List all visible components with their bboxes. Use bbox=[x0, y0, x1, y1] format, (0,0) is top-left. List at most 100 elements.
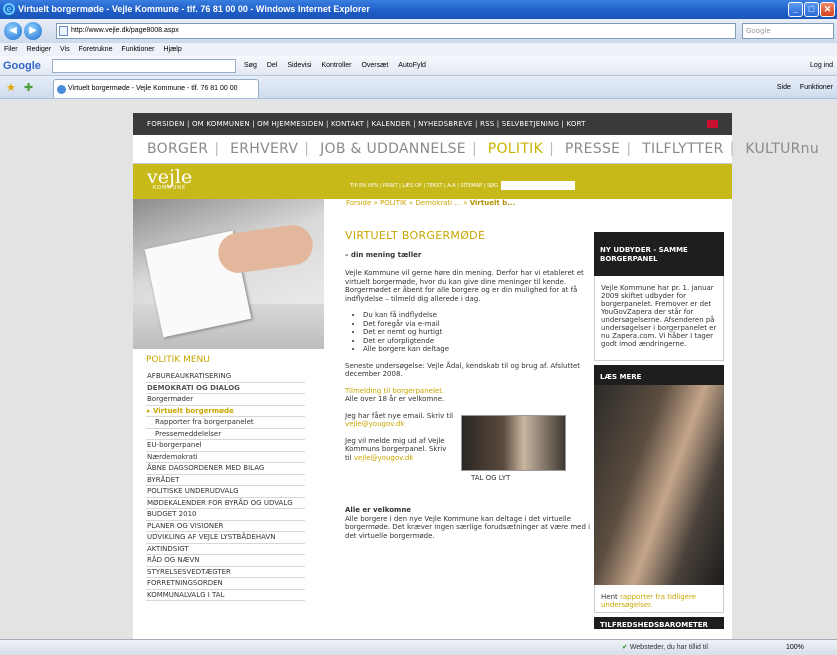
nav-tilflytter[interactable]: TILFLYTTER bbox=[642, 141, 723, 157]
welcome-title: Alle er velkomne bbox=[345, 506, 412, 514]
menu-item[interactable]: STYRELSESVEDTÆGTER bbox=[146, 567, 305, 578]
menu-item[interactable]: BYRÅDET bbox=[146, 475, 305, 486]
menu-item-current[interactable]: Virtuelt borgermøde bbox=[146, 406, 305, 417]
page-title: VIRTUELT BORGERMØDE bbox=[345, 229, 486, 242]
menu-favorites[interactable]: Foretrukne bbox=[79, 46, 113, 53]
menu-item[interactable]: PLANER OG VISIONER bbox=[146, 521, 305, 532]
google-translate-button[interactable]: Oversæt bbox=[361, 56, 388, 76]
read-more-text: Hent rapporter fra tidligere undersøgels… bbox=[594, 585, 724, 613]
menu-item[interactable]: RÅD OG NÆVN bbox=[146, 555, 305, 567]
email-link-2[interactable]: vejle@yougov.dk bbox=[354, 454, 414, 462]
welcome-text: Alle borgere i den nye Vejle Kommune kan… bbox=[345, 514, 591, 540]
menu-item[interactable]: Borgermøder bbox=[146, 394, 305, 406]
nav-borger[interactable]: BORGER bbox=[147, 141, 208, 157]
menu-item[interactable]: ÅBNE DAGSORDENER MED BILAG bbox=[146, 463, 305, 475]
forward-button[interactable]: ▶ bbox=[24, 22, 42, 40]
read-more-title: LÆS MERE bbox=[594, 365, 724, 385]
sidebar-box-title: NY UDBYDER - SAMME BORGERPANEL bbox=[594, 232, 724, 276]
politik-menu: POLITIK MENU AFBUREAUKRATISERING DEMOKRA… bbox=[146, 355, 305, 601]
site-search-input[interactable] bbox=[501, 181, 575, 190]
window-title: Virtuelt borgermøde - Vejle Kommune - tl… bbox=[18, 4, 370, 14]
menu-item[interactable]: DEMOKRATI OG DIALOG bbox=[146, 383, 305, 394]
photo-caption: TAL OG LYT bbox=[471, 474, 511, 482]
tools-menu[interactable]: Funktioner bbox=[800, 76, 833, 99]
add-favorites-icon[interactable]: ✚ bbox=[24, 81, 33, 94]
menu-item[interactable]: AKTINDSIGT bbox=[146, 544, 305, 555]
close-button[interactable]: ✕ bbox=[820, 2, 835, 17]
menu-item[interactable]: EU-borgerpanel bbox=[146, 440, 305, 452]
security-zone: Websteder, du har tillid til bbox=[622, 640, 708, 655]
url-input[interactable]: http://www.vejle.dk/page8008.aspx bbox=[56, 23, 736, 39]
list-item: Det er uforpligtende bbox=[363, 337, 591, 346]
search-input[interactable]: Google bbox=[742, 23, 834, 39]
menu-tools[interactable]: Funktioner bbox=[121, 46, 154, 53]
menu-help[interactable]: Hjælp bbox=[163, 46, 181, 53]
nav-presse[interactable]: PRESSE bbox=[565, 141, 620, 157]
top-navigation: FORSIDEN | OM KOMMUNEN | OM HJEMMESIDEN … bbox=[133, 113, 732, 135]
menu-item[interactable]: AFBUREAUKRATISERING bbox=[146, 371, 305, 383]
signup-link[interactable]: Tilmelding til borgerpanelet. bbox=[345, 387, 444, 395]
main-content: VIRTUELT BORGERMØDE – din mening tæller … bbox=[345, 229, 591, 548]
menu-item[interactable]: UDVIKLING AF VEJLE LYSTBÅDEHAVN bbox=[146, 532, 305, 544]
menu-item[interactable]: FORRETNINGSORDEN bbox=[146, 578, 305, 590]
nav-politik[interactable]: POLITIK bbox=[488, 141, 543, 157]
maximize-button[interactable]: □ bbox=[804, 2, 819, 17]
google-toolbar: Google Søg Del Sidevisi Kontroller Overs… bbox=[0, 56, 837, 76]
favicon-icon bbox=[57, 85, 66, 94]
page-viewport: FORSIDEN | OM KOMMUNEN | OM HJEMMESIDEN … bbox=[0, 100, 837, 639]
page-menu[interactable]: Side bbox=[777, 76, 791, 99]
menu-item[interactable]: Nærdemokrati bbox=[146, 452, 305, 463]
favorites-star-icon[interactable]: ★ bbox=[6, 81, 16, 94]
page-tools: TIP EN VEN | PRINT | LÆS OP | TEKST | A-… bbox=[350, 181, 575, 190]
google-autofill-button[interactable]: AutoFyld bbox=[398, 56, 426, 76]
menu-view[interactable]: Vis bbox=[60, 46, 70, 53]
menu-title: POLITIK MENU bbox=[146, 355, 210, 365]
menu-item[interactable]: BUDGET 2010 bbox=[146, 509, 305, 521]
speaker-photo bbox=[594, 385, 724, 585]
menu-bar: Filer Rediger Vis Foretrukne Funktioner … bbox=[0, 43, 837, 56]
page-subtitle: – din mening tæller bbox=[345, 250, 422, 259]
intro-text: Vejle Kommune vil gerne høre din mening.… bbox=[345, 269, 584, 303]
list-item: Det er nemt og hurtigt bbox=[363, 328, 591, 337]
list-item: Det foregår via e-mail bbox=[363, 320, 591, 329]
browser-tab[interactable]: Virtuelt borgermøde - Vejle Kommune - tl… bbox=[53, 79, 259, 98]
nav-job[interactable]: JOB & UDDANNELSE bbox=[320, 141, 466, 157]
google-search-input[interactable] bbox=[52, 59, 236, 73]
zoom-level[interactable]: 100% bbox=[786, 640, 804, 655]
browser-window: e Virtuelt borgermøde - Vejle Kommune - … bbox=[0, 0, 837, 655]
menu-item[interactable]: MØDEKALENDER FOR BYRÅD OG UDVALG bbox=[146, 498, 305, 509]
menu-edit[interactable]: Rediger bbox=[27, 46, 52, 53]
tab-bar: ★ ✚ Virtuelt borgermøde - Vejle Kommune … bbox=[0, 76, 837, 99]
page-icon bbox=[59, 26, 68, 36]
web-page: FORSIDEN | OM KOMMUNEN | OM HJEMMESIDEN … bbox=[133, 113, 819, 639]
main-navigation: BORGER | ERHVERV | JOB & UDDANNELSE | POLIT… bbox=[133, 135, 819, 164]
vejle-logo[interactable]: vejle KOMMUNE bbox=[147, 166, 192, 191]
breadcrumb: Forside » POLITIK » Demokrati ... » Virt… bbox=[346, 199, 516, 207]
menu-file[interactable]: Filer bbox=[4, 46, 18, 53]
meeting-photo bbox=[461, 415, 566, 471]
menu-item[interactable]: Rapporter fra borgerpanelet bbox=[146, 417, 305, 429]
email-link[interactable]: vejle@yougov.dk bbox=[345, 420, 405, 428]
menu-item[interactable]: Pressemeddelelser bbox=[146, 429, 305, 440]
benefit-list: Du kan få indflydelse Det foregår via e-… bbox=[363, 311, 591, 354]
sidebar: NY UDBYDER - SAMME BORGERPANEL Vejle Kom… bbox=[594, 232, 724, 629]
back-button[interactable]: ◀ bbox=[4, 22, 22, 40]
logo-bar: vejle KOMMUNE TIP EN VEN | PRINT | LÆS O… bbox=[133, 164, 732, 199]
google-check-button[interactable]: Kontroller bbox=[321, 56, 351, 76]
flag-icon[interactable] bbox=[707, 120, 718, 128]
menu-item[interactable]: KOMMUNALVALG I TAL bbox=[146, 590, 305, 601]
hero-image bbox=[133, 199, 324, 349]
login-link[interactable]: Log ind bbox=[810, 56, 833, 76]
nav-kultur[interactable]: KULTURnu bbox=[745, 141, 819, 157]
google-share-button[interactable]: Del bbox=[267, 56, 278, 76]
google-search-button[interactable]: Søg bbox=[244, 56, 257, 76]
address-bar: ◀ ▶ http://www.vejle.dk/page8008.aspx Go… bbox=[0, 19, 837, 43]
survey-text: Seneste undersøgelse: Vejle Ådal, kendsk… bbox=[345, 361, 580, 379]
google-logo: Google bbox=[3, 60, 41, 72]
ie-logo-icon: e bbox=[3, 3, 15, 15]
list-item: Du kan få indflydelse bbox=[363, 311, 591, 320]
menu-item[interactable]: POLITISKE UNDERUDVALG bbox=[146, 486, 305, 498]
minimize-button[interactable]: _ bbox=[788, 2, 803, 17]
nav-erhverv[interactable]: ERHVERV bbox=[230, 141, 298, 157]
google-sidewiki-button[interactable]: Sidevisi bbox=[287, 56, 311, 76]
